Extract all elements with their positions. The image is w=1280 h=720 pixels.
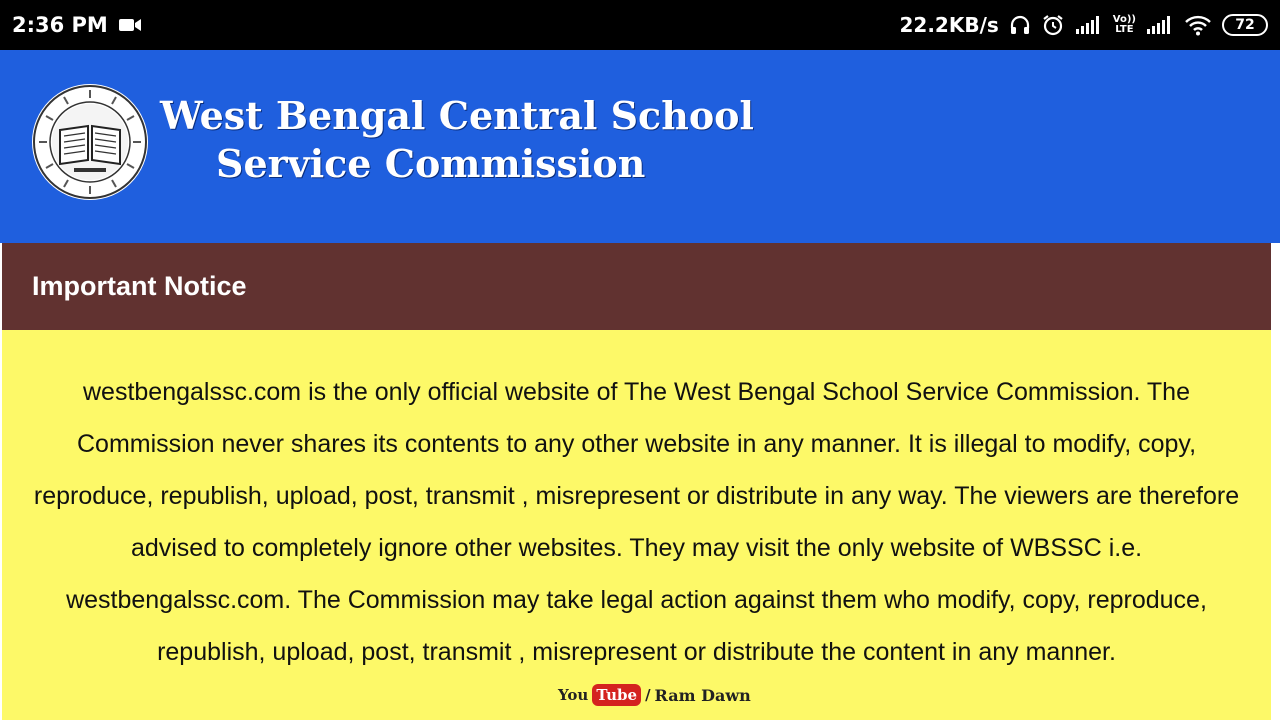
youtube-watermark: You Tube / Ram Dawn <box>558 682 751 708</box>
watermark-channel: Ram Dawn <box>654 685 751 705</box>
battery-icon: 72 <box>1222 14 1268 36</box>
watermark-you: You <box>558 686 589 704</box>
volte-icon: Vo)) LTE <box>1113 15 1136 35</box>
youtube-logo-icon: Tube <box>592 684 642 706</box>
notice-text: westbengalssc.com is the only official w… <box>33 378 1240 666</box>
wbssc-seal-book-icon <box>30 82 150 202</box>
status-time: 2:36 PM <box>12 13 108 37</box>
site-header-banner: West Bengal Central School Service Commi… <box>0 50 1280 243</box>
network-speed: 22.2KB/s <box>899 13 999 37</box>
status-bar: 2:36 PM 22.2KB/s Vo)) LTE 72 <box>0 0 1280 50</box>
volte-bottom-label: LTE <box>1115 24 1134 35</box>
headphones-icon <box>1009 14 1031 36</box>
notice-body: westbengalssc.com is the only official w… <box>2 330 1271 720</box>
signal-icon <box>1146 15 1174 35</box>
watermark-separator: / <box>645 686 651 704</box>
notice-title: Important Notice <box>32 271 247 301</box>
site-title: West Bengal Central School Service Commi… <box>160 92 760 188</box>
site-title-line2: Service Commission <box>216 141 646 186</box>
signal-icon <box>1075 15 1103 35</box>
alarm-icon <box>1041 13 1065 37</box>
battery-level: 72 <box>1235 17 1255 33</box>
site-title-line1: West Bengal Central School <box>160 93 754 138</box>
notice-header: Important Notice <box>2 243 1271 330</box>
wifi-icon <box>1184 14 1212 36</box>
status-right: 22.2KB/s Vo)) LTE 72 <box>899 13 1268 37</box>
video-camera-icon <box>118 17 142 33</box>
status-left: 2:36 PM <box>12 13 142 37</box>
